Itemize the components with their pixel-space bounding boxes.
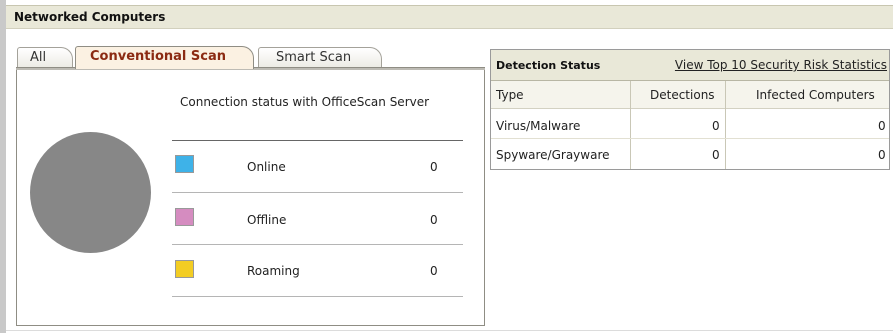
status-count-offline: 0 — [430, 213, 438, 227]
cell-type: Virus/Malware — [496, 119, 581, 133]
detection-status-title: Detection Status — [496, 59, 601, 72]
column-header-detections: Detections — [650, 88, 715, 102]
legend-swatch-roaming — [175, 260, 194, 278]
bottom-rule — [6, 330, 893, 331]
detection-status-table: Detection Status View Top 10 Security Ri… — [490, 49, 890, 170]
cell-detections: 0 — [712, 119, 720, 133]
column-header-type: Type — [496, 88, 524, 102]
cell-infected: 0 — [878, 148, 886, 162]
legend-swatch-offline — [175, 208, 194, 226]
view-top10-risk-link[interactable]: View Top 10 Security Risk Statistics — [675, 58, 887, 72]
column-header-infected-computers: Infected Computers — [756, 88, 875, 102]
cell-infected: 0 — [878, 119, 886, 133]
cell-detections: 0 — [712, 148, 720, 162]
status-count-online: 0 — [430, 160, 438, 174]
tab-conventional-scan[interactable]: Conventional Scan — [75, 46, 254, 69]
panel-title: Networked Computers — [6, 5, 893, 29]
status-label-offline: Offline — [247, 213, 287, 227]
tab-smart-scan[interactable]: Smart Scan — [258, 47, 382, 68]
status-row-offline: Offline 0 — [172, 193, 463, 243]
column-divider — [725, 81, 726, 169]
status-label-roaming: Roaming — [247, 264, 300, 278]
status-label-online: Online — [247, 160, 286, 174]
legend-swatch-online — [175, 155, 194, 173]
status-row-online: Online 0 — [172, 141, 463, 191]
detection-column-header-row: Type Detections Infected Computers — [491, 81, 889, 109]
status-row-roaming: Roaming 0 — [172, 245, 463, 295]
cell-type: Spyware/Grayware — [496, 148, 610, 162]
detection-status-header: Detection Status View Top 10 Security Ri… — [491, 50, 889, 81]
row-divider — [172, 296, 463, 297]
connection-status-title: Connection status with OfficeScan Server — [180, 95, 430, 109]
column-divider — [630, 81, 631, 169]
tab-all[interactable]: All — [17, 47, 73, 68]
row-divider — [491, 138, 889, 139]
connection-status-pie-chart — [30, 132, 151, 253]
status-count-roaming: 0 — [430, 264, 438, 278]
window-frame-left — [0, 0, 6, 333]
